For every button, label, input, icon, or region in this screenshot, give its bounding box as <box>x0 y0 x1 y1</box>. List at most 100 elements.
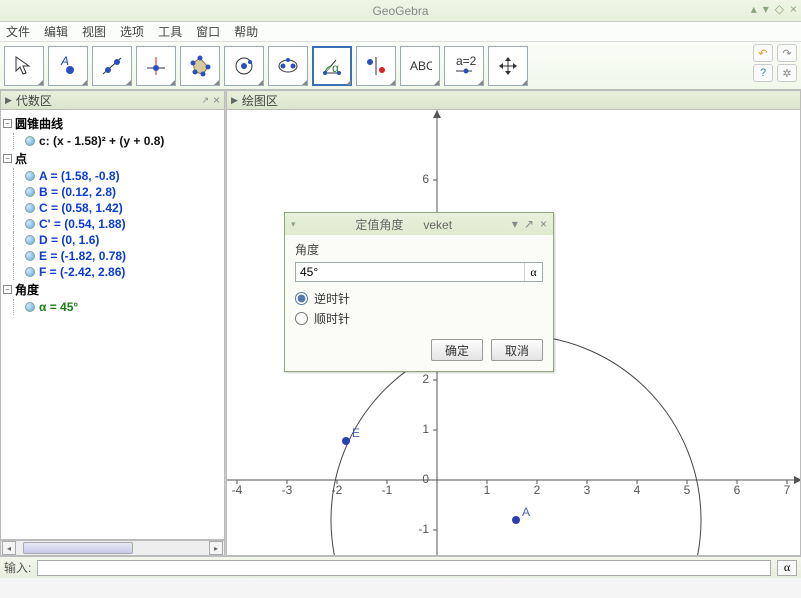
svg-text:1: 1 <box>484 483 491 497</box>
title-bar: GeoGebra ▴ ▾ ◇ × <box>0 0 801 22</box>
visibility-icon[interactable] <box>25 251 35 261</box>
ok-button[interactable]: 确定 <box>431 339 483 361</box>
menu-options[interactable]: 选项 <box>120 23 144 40</box>
maximize-icon[interactable]: ▾ <box>763 2 769 16</box>
tool-move[interactable] <box>4 46 44 86</box>
svg-text:-1: -1 <box>418 522 429 536</box>
tool-slider[interactable]: a=2 <box>444 46 484 86</box>
triangle-icon: ▶ <box>231 95 238 106</box>
svg-text:-3: -3 <box>282 483 293 497</box>
angle-field-label: 角度 <box>295 241 543 258</box>
radio-ccw[interactable]: 逆时针 <box>295 290 543 307</box>
angle-input-wrap: α <box>295 262 543 282</box>
algebra-header[interactable]: ▶ 代数区 ↗ × <box>0 90 225 110</box>
input-field[interactable] <box>37 560 771 576</box>
visibility-icon[interactable] <box>25 235 35 245</box>
window-buttons: ▴ ▾ ◇ × <box>751 2 797 16</box>
menu-edit[interactable]: 编辑 <box>44 23 68 40</box>
svg-text:A: A <box>522 505 530 519</box>
angle-input[interactable] <box>296 265 524 279</box>
settings-icon[interactable]: ✲ <box>777 64 797 82</box>
visibility-icon[interactable] <box>25 302 35 312</box>
scroll-left-icon[interactable]: ◂ <box>2 541 16 555</box>
item-point-cp[interactable]: C' = (0.54, 1.88) <box>3 216 222 232</box>
svg-text:6: 6 <box>734 483 741 497</box>
minimize-icon[interactable]: ▴ <box>751 2 757 16</box>
visibility-icon[interactable] <box>25 267 35 277</box>
svg-text:-4: -4 <box>232 483 243 497</box>
undo-button[interactable]: ↶ <box>753 44 773 62</box>
tool-reflect[interactable] <box>356 46 396 86</box>
triangle-icon: ▶ <box>5 95 12 106</box>
svg-text:7: 7 <box>784 483 791 497</box>
menu-file[interactable]: 文件 <box>6 23 30 40</box>
dialog-titlebar[interactable]: ▾ 定值角度 veket ▾ ↗ × <box>285 213 553 235</box>
panel-close-icon[interactable]: × <box>213 93 220 107</box>
folder-conic[interactable]: −圆锥曲线 <box>3 114 222 133</box>
algebra-tree[interactable]: −圆锥曲线 c: (x - 1.58)² + (y + 0.8) −点 A = … <box>0 110 225 540</box>
menu-window[interactable]: 窗口 <box>196 23 220 40</box>
visibility-icon[interactable] <box>25 187 35 197</box>
item-angle-alpha[interactable]: α = 45° <box>3 299 222 315</box>
visibility-icon[interactable] <box>25 171 35 181</box>
svg-text:5: 5 <box>684 483 691 497</box>
input-label: 输入: <box>4 559 31 576</box>
dialog-min-icon[interactable]: ▾ <box>512 217 518 231</box>
tool-point[interactable]: A <box>48 46 88 86</box>
cancel-button[interactable]: 取消 <box>491 339 543 361</box>
svg-text:4: 4 <box>634 483 641 497</box>
svg-text:A: A <box>60 54 69 68</box>
svg-text:E: E <box>352 426 360 440</box>
scroll-thumb[interactable] <box>23 542 133 554</box>
svg-text:3: 3 <box>584 483 591 497</box>
angle-symbol-picker-icon[interactable]: α <box>524 263 542 281</box>
graphics-header[interactable]: ▶ 绘图区 <box>226 90 801 110</box>
toolbar-right: ↶ ↷ ? ✲ <box>753 44 797 82</box>
window-title: GeoGebra <box>372 4 428 18</box>
algebra-hscroll[interactable]: ◂ ▸ <box>0 540 225 556</box>
folder-points[interactable]: −点 <box>3 149 222 168</box>
algebra-title: 代数区 <box>16 92 52 109</box>
menu-tools[interactable]: 工具 <box>158 23 182 40</box>
item-point-b[interactable]: B = (0.12, 2.8) <box>3 184 222 200</box>
tool-circle[interactable] <box>224 46 264 86</box>
close-icon[interactable]: × <box>790 2 797 16</box>
svg-text:0: 0 <box>422 472 429 486</box>
menu-help[interactable]: 帮助 <box>234 23 258 40</box>
menu-bar: 文件 编辑 视图 选项 工具 窗口 帮助 <box>0 22 801 42</box>
item-point-c[interactable]: C = (0.58, 1.42) <box>3 200 222 216</box>
graphics-title: 绘图区 <box>242 92 278 109</box>
dialog-max-icon[interactable]: ↗ <box>524 217 534 231</box>
svg-text:2: 2 <box>534 483 541 497</box>
tool-angle[interactable]: α <box>312 46 352 86</box>
tool-line[interactable] <box>92 46 132 86</box>
svg-text:-1: -1 <box>382 483 393 497</box>
angle-dialog: ▾ 定值角度 veket ▾ ↗ × 角度 α 逆时针 顺时针 确定 取消 <box>284 212 554 372</box>
item-conic-c[interactable]: c: (x - 1.58)² + (y + 0.8) <box>3 133 222 149</box>
dialog-close-icon[interactable]: × <box>540 217 547 231</box>
help-icon[interactable]: ? <box>753 64 773 82</box>
item-point-f[interactable]: F = (-2.42, 2.86) <box>3 264 222 280</box>
redo-button[interactable]: ↷ <box>777 44 797 62</box>
tool-perpendicular[interactable] <box>136 46 176 86</box>
radio-cw[interactable]: 顺时针 <box>295 310 543 327</box>
toolbar: A α ABC a=2 ↶ ↷ ? ✲ <box>0 42 801 90</box>
tool-move-view[interactable] <box>488 46 528 86</box>
restore-icon[interactable]: ◇ <box>775 2 784 16</box>
tool-text[interactable]: ABC <box>400 46 440 86</box>
item-point-d[interactable]: D = (0, 1.6) <box>3 232 222 248</box>
item-point-e[interactable]: E = (-1.82, 0.78) <box>3 248 222 264</box>
menu-view[interactable]: 视图 <box>82 23 106 40</box>
symbol-picker-icon[interactable]: α <box>777 560 797 576</box>
visibility-icon[interactable] <box>25 219 35 229</box>
visibility-icon[interactable] <box>25 203 35 213</box>
svg-text:1: 1 <box>422 422 429 436</box>
panel-expand-icon[interactable]: ↗ <box>201 95 209 106</box>
folder-angle[interactable]: −角度 <box>3 280 222 299</box>
tool-ellipse[interactable] <box>268 46 308 86</box>
svg-text:a=2: a=2 <box>456 54 476 68</box>
tool-polygon[interactable] <box>180 46 220 86</box>
scroll-right-icon[interactable]: ▸ <box>209 541 223 555</box>
visibility-icon[interactable] <box>25 136 35 146</box>
item-point-a[interactable]: A = (1.58, -0.8) <box>3 168 222 184</box>
